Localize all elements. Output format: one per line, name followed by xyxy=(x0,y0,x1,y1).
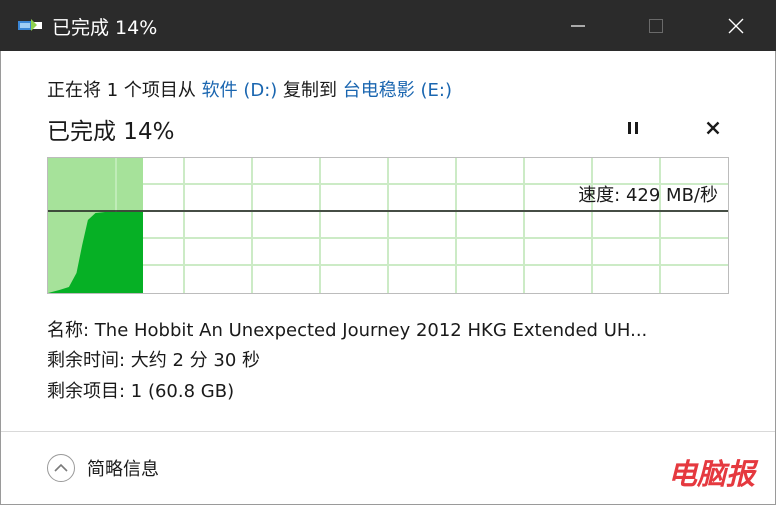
items-remaining: 剩余项目: 1 (60.8 GB) xyxy=(47,381,235,402)
copy-progress-icon xyxy=(18,17,42,34)
divider xyxy=(1,431,775,432)
maximize-icon xyxy=(649,18,663,33)
time-remaining: 剩余时间: 大约 2 分 30 秒 xyxy=(47,350,261,371)
pause-icon xyxy=(628,122,638,134)
watermark-logo: 电脑报 xyxy=(668,457,756,491)
source-link[interactable]: 软件 (D:) xyxy=(202,80,278,101)
close-icon xyxy=(706,121,720,135)
maximize-button xyxy=(616,0,696,51)
cancel-button[interactable] xyxy=(700,116,726,140)
fewer-details-toggle[interactable]: 简略信息 xyxy=(47,452,159,484)
close-icon xyxy=(728,18,744,33)
title-bar: 已完成 14% xyxy=(0,0,776,51)
pause-button[interactable] xyxy=(620,116,646,140)
window-title: 已完成 14% xyxy=(52,17,158,39)
copy-description: 正在将 1 个项目从 软件 (D:) 复制到 台电稳影 (E:) xyxy=(47,76,452,102)
fewer-details-label: 简略信息 xyxy=(87,459,159,480)
copy-prefix: 正在将 1 个项目从 xyxy=(47,80,202,101)
progress-graph xyxy=(47,157,729,294)
graph-grid xyxy=(48,158,728,293)
file-name: 名称: The Hobbit An Unexpected Journey 201… xyxy=(47,320,648,341)
copy-middle: 复制到 xyxy=(277,80,343,101)
speed-label: 速度: 429 MB/秒 xyxy=(578,185,718,206)
destination-link[interactable]: 台电稳影 (E:) xyxy=(343,80,452,101)
progress-title: 已完成 14% xyxy=(47,119,175,145)
close-window-button[interactable] xyxy=(696,0,776,51)
minimize-icon xyxy=(571,24,585,27)
minimize-button[interactable] xyxy=(538,0,618,51)
chevron-up-icon xyxy=(47,454,75,482)
